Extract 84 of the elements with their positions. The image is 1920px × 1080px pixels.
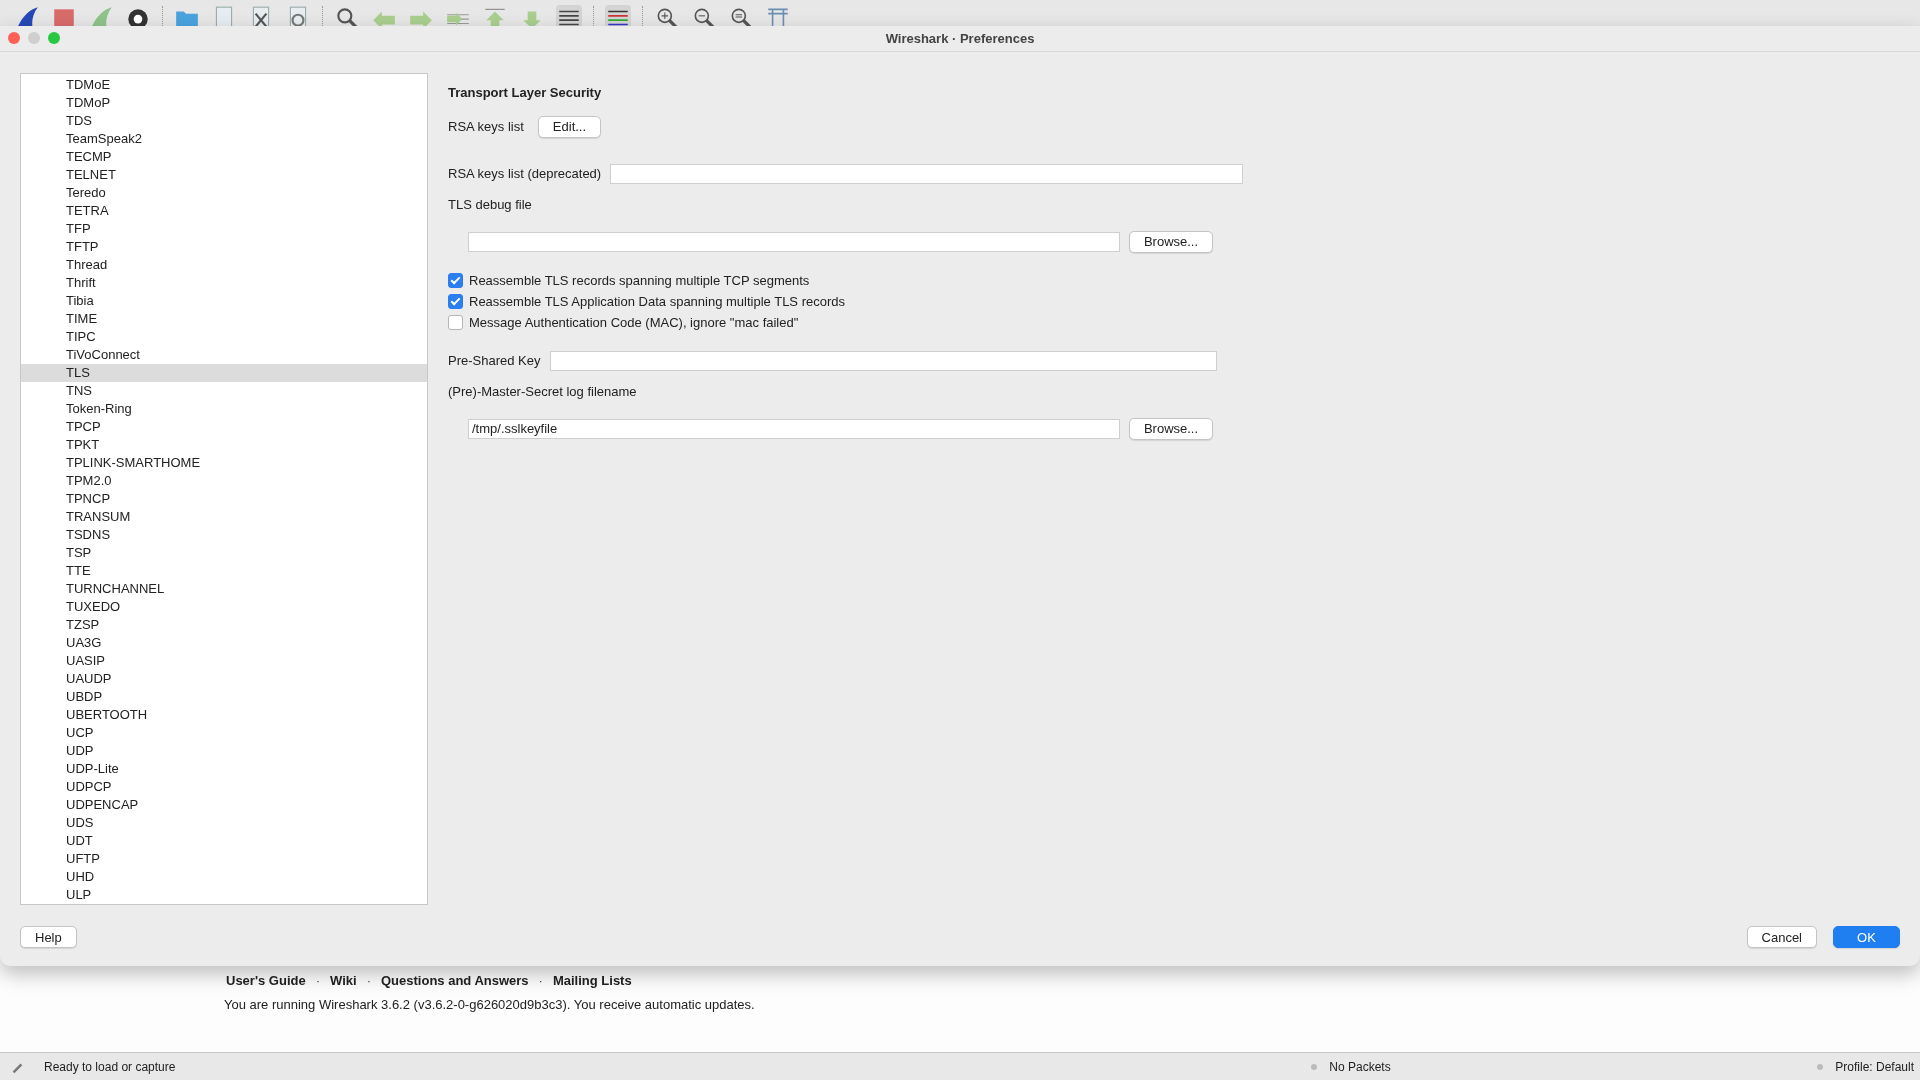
protocol-item[interactable]: TDMoE bbox=[21, 75, 427, 94]
help-link[interactable]: Wiki bbox=[330, 972, 357, 988]
protocol-item[interactable]: UBERTOOTH bbox=[21, 705, 427, 724]
protocol-item[interactable]: Thrift bbox=[21, 273, 427, 292]
protocol-item[interactable]: TSDNS bbox=[21, 525, 427, 544]
field-label: RSA keys list bbox=[448, 119, 524, 135]
protocol-item[interactable]: TPM2.0 bbox=[21, 471, 427, 490]
colored-lines-icon[interactable] bbox=[605, 4, 631, 26]
protocol-item[interactable]: TSP bbox=[21, 543, 427, 562]
protocol-item[interactable]: TFTP bbox=[21, 237, 427, 256]
help-link[interactable]: Mailing Lists bbox=[552, 972, 632, 988]
browse-button[interactable]: Browse... bbox=[1129, 417, 1213, 440]
protocol-item[interactable]: TDS bbox=[21, 111, 427, 130]
protocol-item[interactable]: TPNCP bbox=[21, 489, 427, 508]
packet-count: No Packets bbox=[1329, 1059, 1392, 1074]
protocol-item[interactable]: TFP bbox=[21, 219, 427, 238]
protocol-item[interactable]: UDS bbox=[21, 813, 427, 832]
help-button[interactable]: Help bbox=[20, 926, 77, 949]
protocol-item[interactable]: TNS bbox=[21, 381, 427, 400]
link-separator: · bbox=[366, 972, 371, 988]
protocol-item[interactable]: TeamSpeak2 bbox=[21, 129, 427, 148]
ok-button[interactable]: OK bbox=[1833, 926, 1900, 949]
protocol-item[interactable]: TPKT bbox=[21, 435, 427, 454]
file-path-field[interactable] bbox=[468, 231, 1120, 252]
close-button[interactable] bbox=[8, 32, 20, 45]
input-field[interactable] bbox=[610, 163, 1244, 184]
checkbox[interactable] bbox=[448, 293, 463, 309]
cancel-button[interactable]: Cancel bbox=[1746, 926, 1817, 949]
protocol-item[interactable]: TZSP bbox=[21, 615, 427, 634]
field-label: RSA keys list (deprecated) bbox=[448, 166, 602, 182]
field-label: (Pre)-Master-Secret log filename bbox=[448, 384, 637, 400]
protocol-item[interactable]: TLS bbox=[21, 363, 427, 382]
file-path-field[interactable]: /tmp/.sslkeyfile bbox=[468, 418, 1120, 439]
protocol-item[interactable]: TRANSUM bbox=[21, 507, 427, 526]
protocol-item[interactable]: TDMoP bbox=[21, 93, 427, 112]
link-separator: · bbox=[315, 972, 321, 988]
protocol-item[interactable]: TECMP bbox=[21, 147, 427, 166]
protocol-item[interactable]: TELNET bbox=[21, 165, 427, 184]
protocol-item[interactable]: UDT bbox=[21, 831, 427, 850]
field-label: Pre-Shared Key bbox=[448, 353, 541, 369]
protocol-item[interactable]: UDP-Lite bbox=[21, 759, 427, 778]
protocol-item[interactable]: TiVoConnect bbox=[21, 345, 427, 364]
protocol-item[interactable]: TUXEDO bbox=[21, 597, 427, 616]
checkbox[interactable] bbox=[448, 314, 463, 330]
protocol-item[interactable]: UAUDP bbox=[21, 669, 427, 688]
checkbox-label: Message Authentication Code (MAC), ignore "mac failed" bbox=[469, 314, 799, 330]
browse-button[interactable]: Browse... bbox=[1129, 230, 1213, 253]
protocol-item[interactable]: UFTP bbox=[21, 849, 427, 868]
protocol-item[interactable]: Tibia bbox=[21, 291, 427, 310]
protocol-item[interactable]: UDPENCAP bbox=[21, 795, 427, 814]
lines-icon[interactable] bbox=[556, 4, 582, 26]
help-link[interactable]: Questions and Answers bbox=[381, 972, 529, 988]
checkbox-label: Reassemble TLS Application Data spanning multiple TLS records bbox=[469, 293, 845, 309]
protocol-item[interactable]: TTE bbox=[21, 561, 427, 580]
protocol-item[interactable]: UA3G bbox=[21, 633, 427, 652]
help-link[interactable]: User's Guide bbox=[226, 972, 306, 988]
protocol-item[interactable]: TPCP bbox=[21, 417, 427, 436]
protocol-item[interactable]: Token-Ring bbox=[21, 399, 427, 418]
status-text: Ready to load or capture bbox=[44, 1059, 177, 1074]
edit-button[interactable]: Edit... bbox=[537, 115, 602, 138]
zoom-button[interactable] bbox=[48, 32, 60, 45]
protocol-item[interactable]: UCP bbox=[21, 723, 427, 742]
version-text: You are running Wireshark 3.6.2 (v3.6.2-0-g626020d9b3c3). You receive automatic updates. bbox=[224, 997, 756, 1013]
window-title: Wireshark · Preferences bbox=[885, 30, 1035, 46]
protocol-item[interactable]: TETRA bbox=[21, 201, 427, 220]
protocol-item[interactable]: TIPC bbox=[21, 327, 427, 346]
profile-text: Profile: Default bbox=[1835, 1059, 1914, 1074]
protocol-item[interactable]: TIME bbox=[21, 309, 427, 328]
protocol-item[interactable]: TURNCHANNEL bbox=[21, 579, 427, 598]
protocol-item[interactable]: Thread bbox=[21, 255, 427, 274]
checkbox-label: Reassemble TLS records spanning multiple TCP segments bbox=[469, 272, 810, 288]
protocol-item[interactable]: ULP bbox=[21, 885, 427, 904]
checkbox[interactable] bbox=[448, 272, 463, 288]
protocol-item[interactable]: UBDP bbox=[21, 687, 427, 706]
input-field[interactable] bbox=[549, 350, 1217, 371]
field-label: TLS debug file bbox=[448, 197, 532, 213]
section-title: Transport Layer Security bbox=[448, 84, 603, 102]
protocol-item[interactable]: TPLINK-SMARTHOME bbox=[21, 453, 427, 472]
protocol-item[interactable]: UHD bbox=[21, 867, 427, 886]
protocol-item[interactable]: UDP bbox=[21, 741, 427, 760]
protocol-item[interactable]: UDPCP bbox=[21, 777, 427, 796]
protocol-item[interactable]: Teredo bbox=[21, 183, 427, 202]
protocol-item[interactable]: UASIP bbox=[21, 651, 427, 670]
link-separator: · bbox=[538, 972, 543, 988]
